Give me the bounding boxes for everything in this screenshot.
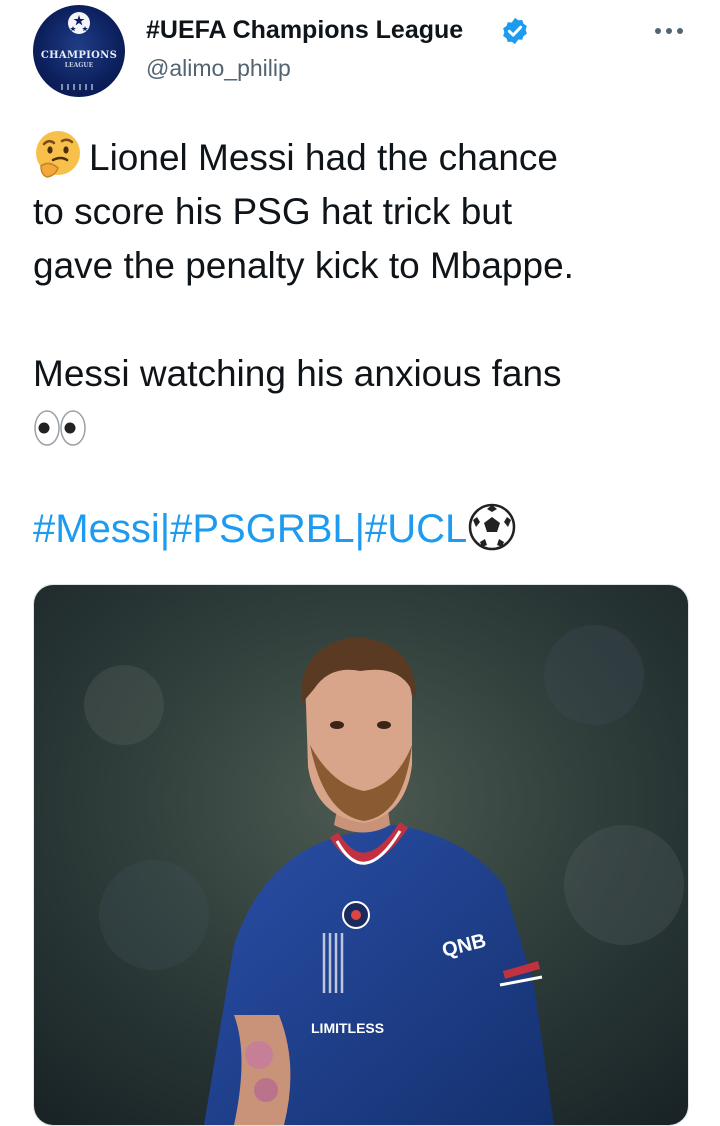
tweet-line-5 [33, 401, 713, 455]
tweet-line-4: Messi watching his anxious fans [33, 353, 562, 394]
tweet-line-3: gave the penalty kick to Mbappe. [33, 245, 574, 286]
display-name[interactable]: #UEFA Champions League [146, 16, 463, 45]
tweet-line-1: Lionel Messi had the chance [33, 129, 713, 185]
hashtag-ucl[interactable]: #UCL [365, 507, 467, 551]
verified-badge-icon [503, 17, 527, 45]
player-photo: QNB LIMITLESS [34, 585, 688, 1125]
avatar[interactable]: CHAMPIONS LEAGUE [33, 5, 125, 97]
hashtag-messi[interactable]: #Messi [33, 507, 160, 551]
hashtags: #Messi|#PSGRBL|#UCL [33, 502, 517, 552]
tweet-line-2: to score his PSG hat trick but [33, 191, 513, 232]
hashtag-separator: | [159, 507, 171, 551]
tweet-text: Lionel Messi had the chance to score his… [33, 129, 713, 455]
tweet-media-image[interactable]: QNB LIMITLESS [33, 584, 689, 1126]
handle[interactable]: @alimo_philip [146, 55, 291, 82]
eyes-emoji-icon [34, 410, 86, 446]
hashtag-separator: | [354, 507, 366, 551]
avatar-subtitle: LEAGUE [64, 62, 94, 69]
shirt-slogan-text: LIMITLESS [311, 1020, 384, 1036]
thinking-face-emoji-icon [36, 131, 80, 178]
avatar-title: CHAMPIONS [40, 50, 118, 61]
hashtag-psgrbl[interactable]: #PSGRBL [170, 507, 355, 551]
tweet-line-1-text: Lionel Messi had the chance [89, 137, 558, 178]
soccer-ball-emoji-icon [469, 503, 516, 551]
ucl-starball-icon [68, 12, 90, 34]
more-options-icon[interactable] [652, 23, 686, 39]
avatar-stars [61, 84, 97, 90]
